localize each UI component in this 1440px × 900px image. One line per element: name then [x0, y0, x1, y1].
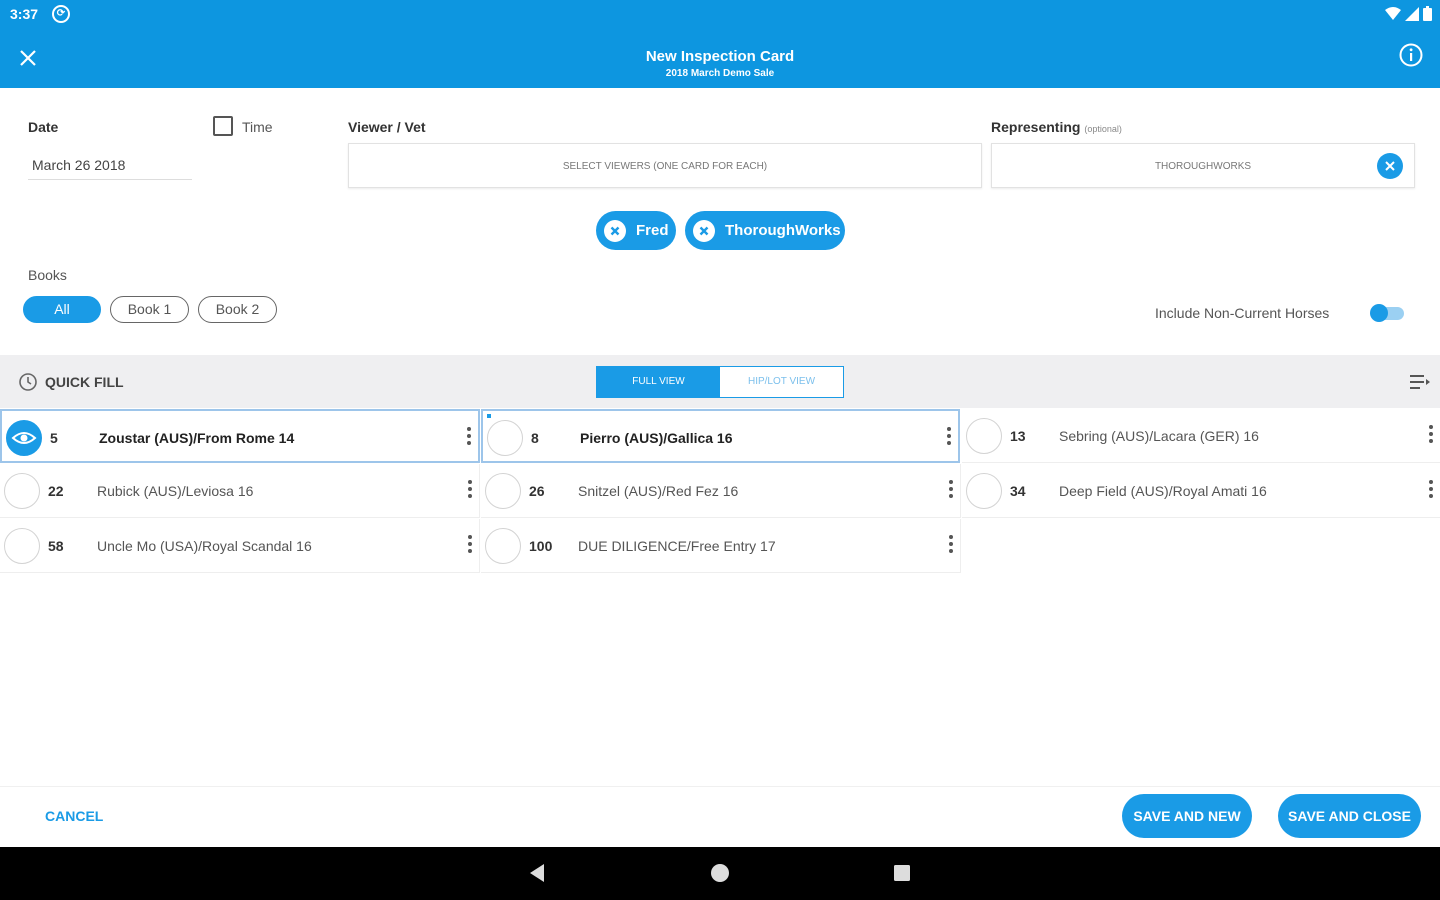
- quick-fill-bar: QUICK FILL FULL VIEW HIP/LOT VIEW: [0, 355, 1440, 408]
- date-field[interactable]: March 26 2018: [28, 150, 192, 180]
- hip-number: 58: [48, 538, 64, 554]
- quick-fill-label[interactable]: QUICK FILL: [45, 374, 124, 390]
- select-radio[interactable]: [966, 418, 1002, 454]
- chip-viewer-fred[interactable]: Fred: [596, 211, 676, 250]
- chip-label: Fred: [636, 222, 669, 239]
- horse-card[interactable]: 100 DUE DILIGENCE/Free Entry 17: [481, 519, 961, 573]
- clear-icon: [1385, 161, 1395, 171]
- save-and-new-button[interactable]: SAVE AND NEW: [1122, 794, 1252, 838]
- chip-label: ThoroughWorks: [725, 222, 841, 239]
- hip-number: 22: [48, 483, 64, 499]
- quick-fill-icon[interactable]: [18, 372, 38, 392]
- info-icon[interactable]: [1398, 42, 1424, 68]
- signal-icon: [1405, 6, 1419, 21]
- horse-name: Deep Field (AUS)/Royal Amati 16: [1059, 483, 1267, 499]
- more-options-icon[interactable]: [1428, 423, 1434, 449]
- representing-select[interactable]: THOROUGHWORKS: [991, 143, 1415, 188]
- select-radio[interactable]: [4, 473, 40, 509]
- include-non-current-label: Include Non-Current Horses: [1155, 305, 1330, 321]
- clear-representing-button[interactable]: [1377, 153, 1403, 179]
- book-filter-all[interactable]: All: [23, 296, 101, 323]
- eye-icon: [11, 432, 37, 444]
- horse-name: Rubick (AUS)/Leviosa 16: [97, 483, 254, 499]
- select-radio[interactable]: [485, 473, 521, 509]
- hip-number: 5: [50, 430, 58, 446]
- horse-card[interactable]: 58 Uncle Mo (USA)/Royal Scandal 16: [0, 519, 480, 573]
- chip-thoroughworks[interactable]: ThoroughWorks: [685, 211, 845, 250]
- hip-number: 26: [529, 483, 545, 499]
- books-label: Books: [28, 267, 67, 283]
- hip-number: 8: [531, 430, 539, 446]
- horse-name: Pierro (AUS)/Gallica 16: [580, 430, 733, 446]
- back-icon[interactable]: [528, 863, 546, 883]
- footer-divider: [0, 786, 1440, 787]
- title-block: New Inspection Card 2018 March Demo Sale: [0, 48, 1440, 79]
- battery-icon: [1423, 6, 1432, 21]
- more-options-icon[interactable]: [466, 425, 472, 451]
- include-non-current-toggle[interactable]: [1370, 302, 1408, 324]
- horse-name: Snitzel (AUS)/Red Fez 16: [578, 483, 739, 499]
- home-icon[interactable]: [710, 863, 730, 883]
- system-nav-bar: [0, 847, 1440, 900]
- cancel-button[interactable]: CANCEL: [45, 808, 103, 824]
- select-radio[interactable]: [485, 528, 521, 564]
- hip-number: 100: [529, 538, 553, 554]
- more-options-icon[interactable]: [946, 425, 952, 451]
- horse-card[interactable]: 26 Snitzel (AUS)/Red Fez 16: [481, 464, 961, 518]
- page-title: New Inspection Card: [645, 48, 795, 65]
- list-settings-icon[interactable]: [1410, 373, 1430, 391]
- full-view-tab[interactable]: FULL VIEW: [597, 367, 720, 397]
- horse-card[interactable]: 13 Sebring (AUS)/Lacara (GER) 16: [962, 409, 1440, 463]
- horse-card[interactable]: 8 Pierro (AUS)/Gallica 16: [481, 409, 960, 463]
- date-label: Date: [28, 119, 59, 135]
- remove-chip-icon[interactable]: [604, 219, 626, 242]
- representing-label-text: Representing: [991, 119, 1081, 135]
- viewer-label: Viewer / Vet: [348, 119, 426, 135]
- status-time: 3:37: [10, 6, 39, 22]
- more-options-icon[interactable]: [467, 478, 473, 504]
- horse-card[interactable]: 5 Zoustar (AUS)/From Rome 14: [0, 409, 480, 463]
- viewer-select[interactable]: SELECT VIEWERS (ONE CARD FOR EACH): [348, 143, 982, 188]
- status-bar: 3:37 ⟳: [0, 0, 1440, 28]
- view-eye-button[interactable]: [6, 420, 42, 456]
- view-toggle: FULL VIEW HIP/LOT VIEW: [596, 366, 844, 398]
- more-options-icon[interactable]: [1428, 478, 1434, 504]
- more-options-icon[interactable]: [948, 478, 954, 504]
- horse-name: DUE DILIGENCE/Free Entry 17: [578, 538, 776, 554]
- more-options-icon[interactable]: [948, 533, 954, 559]
- page-subtitle: 2018 March Demo Sale: [665, 68, 775, 79]
- sync-icon: ⟳: [52, 5, 70, 23]
- time-label: Time: [242, 119, 273, 135]
- time-checkbox[interactable]: [213, 116, 233, 136]
- system-icons: [1385, 6, 1432, 21]
- select-radio[interactable]: [4, 528, 40, 564]
- app-bar: New Inspection Card 2018 March Demo Sale: [0, 28, 1440, 88]
- wifi-icon: [1385, 6, 1401, 20]
- horse-card[interactable]: 34 Deep Field (AUS)/Royal Amati 16: [962, 464, 1440, 518]
- more-options-icon[interactable]: [467, 533, 473, 559]
- marker-dot: [487, 414, 491, 418]
- toggle-knob: [1370, 304, 1388, 322]
- book-filter-book-2[interactable]: Book 2: [198, 296, 277, 323]
- book-filter-book-1[interactable]: Book 1: [110, 296, 189, 323]
- optional-hint: (optional): [1084, 124, 1122, 134]
- save-and-close-button[interactable]: SAVE AND CLOSE: [1278, 794, 1421, 838]
- hip-number: 13: [1010, 428, 1026, 444]
- horse-name: Uncle Mo (USA)/Royal Scandal 16: [97, 538, 312, 554]
- hip-number: 34: [1010, 483, 1026, 499]
- select-radio[interactable]: [966, 473, 1002, 509]
- remove-chip-icon[interactable]: [693, 219, 715, 242]
- horse-name: Sebring (AUS)/Lacara (GER) 16: [1059, 428, 1259, 444]
- representing-label: Representing (optional): [991, 119, 1122, 135]
- recents-icon[interactable]: [893, 864, 911, 882]
- horse-card[interactable]: 22 Rubick (AUS)/Leviosa 16: [0, 464, 480, 518]
- horse-name: Zoustar (AUS)/From Rome 14: [99, 430, 295, 446]
- select-radio[interactable]: [487, 420, 523, 456]
- hip-lot-view-tab[interactable]: HIP/LOT VIEW: [720, 367, 843, 397]
